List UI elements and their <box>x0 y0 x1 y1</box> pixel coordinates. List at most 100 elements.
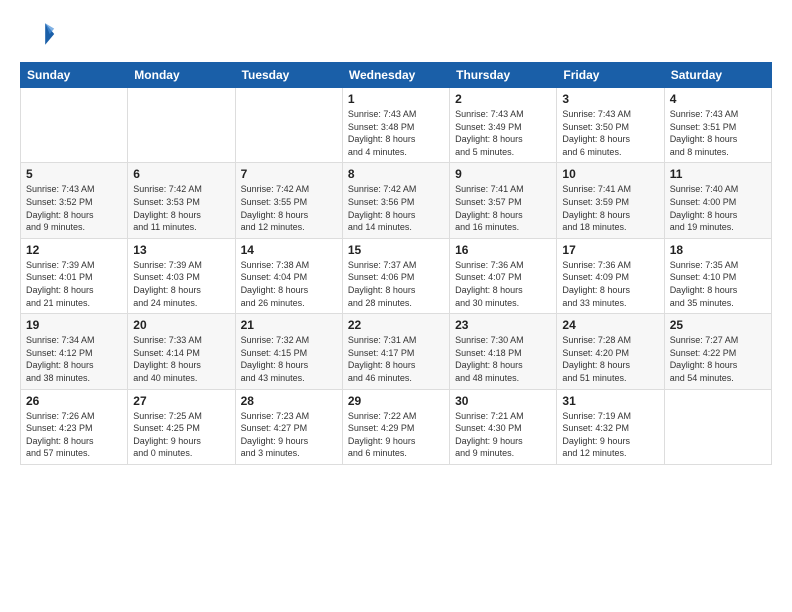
day-number: 1 <box>348 92 444 106</box>
day-number: 29 <box>348 394 444 408</box>
calendar-cell: 7 Sunrise: 7:42 AM Sunset: 3:55 PM Daylig… <box>235 163 342 238</box>
day-info: Sunrise: 7:36 AM Sunset: 4:09 PM Dayligh… <box>562 259 658 309</box>
day-info: Sunrise: 7:41 AM Sunset: 3:59 PM Dayligh… <box>562 183 658 233</box>
day-number: 28 <box>241 394 337 408</box>
day-info: Sunrise: 7:43 AM Sunset: 3:50 PM Dayligh… <box>562 108 658 158</box>
calendar-cell: 26 Sunrise: 7:26 AM Sunset: 4:23 PM Dayli… <box>21 389 128 464</box>
day-number: 21 <box>241 318 337 332</box>
day-number: 5 <box>26 167 122 181</box>
day-info: Sunrise: 7:42 AM Sunset: 3:53 PM Dayligh… <box>133 183 229 233</box>
day-number: 30 <box>455 394 551 408</box>
page: SundayMondayTuesdayWednesdayThursdayFrid… <box>0 0 792 612</box>
weekday-header-tuesday: Tuesday <box>235 63 342 88</box>
day-info: Sunrise: 7:32 AM Sunset: 4:15 PM Dayligh… <box>241 334 337 384</box>
calendar-cell: 16 Sunrise: 7:36 AM Sunset: 4:07 PM Dayli… <box>450 238 557 313</box>
day-info: Sunrise: 7:35 AM Sunset: 4:10 PM Dayligh… <box>670 259 766 309</box>
calendar-cell: 4 Sunrise: 7:43 AM Sunset: 3:51 PM Daylig… <box>664 88 771 163</box>
weekday-header-sunday: Sunday <box>21 63 128 88</box>
calendar-cell: 24Sunrise: 7:28 AM Sunset: 4:20 PM Dayli… <box>557 314 664 389</box>
weekday-header-monday: Monday <box>128 63 235 88</box>
day-info: Sunrise: 7:42 AM Sunset: 3:56 PM Dayligh… <box>348 183 444 233</box>
day-number: 11 <box>670 167 766 181</box>
calendar-cell: 8Sunrise: 7:42 AM Sunset: 3:56 PM Daylig… <box>342 163 449 238</box>
day-info: Sunrise: 7:28 AM Sunset: 4:20 PM Dayligh… <box>562 334 658 384</box>
calendar-cell: 15 Sunrise: 7:37 AM Sunset: 4:06 PM Dayli… <box>342 238 449 313</box>
day-number: 4 <box>670 92 766 106</box>
calendar-cell: 19 Sunrise: 7:34 AM Sunset: 4:12 PM Dayli… <box>21 314 128 389</box>
week-row-2: 12 Sunrise: 7:39 AM Sunset: 4:01 PM Dayli… <box>21 238 772 313</box>
weekday-header-thursday: Thursday <box>450 63 557 88</box>
week-row-4: 26 Sunrise: 7:26 AM Sunset: 4:23 PM Dayli… <box>21 389 772 464</box>
calendar-cell: 25 Sunrise: 7:27 AM Sunset: 4:22 PM Dayli… <box>664 314 771 389</box>
calendar-cell <box>664 389 771 464</box>
day-info: Sunrise: 7:34 AM Sunset: 4:12 PM Dayligh… <box>26 334 122 384</box>
day-number: 18 <box>670 243 766 257</box>
day-info: Sunrise: 7:43 AM Sunset: 3:51 PM Dayligh… <box>670 108 766 158</box>
day-number: 22 <box>348 318 444 332</box>
day-info: Sunrise: 7:27 AM Sunset: 4:22 PM Dayligh… <box>670 334 766 384</box>
day-info: Sunrise: 7:39 AM Sunset: 4:01 PM Dayligh… <box>26 259 122 309</box>
weekday-header-friday: Friday <box>557 63 664 88</box>
day-number: 2 <box>455 92 551 106</box>
calendar-cell: 18 Sunrise: 7:35 AM Sunset: 4:10 PM Dayli… <box>664 238 771 313</box>
day-number: 12 <box>26 243 122 257</box>
day-info: Sunrise: 7:43 AM Sunset: 3:48 PM Dayligh… <box>348 108 444 158</box>
day-info: Sunrise: 7:19 AM Sunset: 4:32 PM Dayligh… <box>562 410 658 460</box>
calendar-cell: 30 Sunrise: 7:21 AM Sunset: 4:30 PM Dayli… <box>450 389 557 464</box>
day-info: Sunrise: 7:38 AM Sunset: 4:04 PM Dayligh… <box>241 259 337 309</box>
calendar-cell: 9 Sunrise: 7:41 AM Sunset: 3:57 PM Daylig… <box>450 163 557 238</box>
calendar-cell <box>235 88 342 163</box>
logo <box>20 16 60 52</box>
day-number: 27 <box>133 394 229 408</box>
day-number: 20 <box>133 318 229 332</box>
week-row-0: 1 Sunrise: 7:43 AM Sunset: 3:48 PM Daylig… <box>21 88 772 163</box>
week-row-3: 19 Sunrise: 7:34 AM Sunset: 4:12 PM Dayli… <box>21 314 772 389</box>
calendar-cell: 29Sunrise: 7:22 AM Sunset: 4:29 PM Dayli… <box>342 389 449 464</box>
day-number: 14 <box>241 243 337 257</box>
day-info: Sunrise: 7:36 AM Sunset: 4:07 PM Dayligh… <box>455 259 551 309</box>
calendar-cell: 13 Sunrise: 7:39 AM Sunset: 4:03 PM Dayli… <box>128 238 235 313</box>
calendar-cell: 23 Sunrise: 7:30 AM Sunset: 4:18 PM Dayli… <box>450 314 557 389</box>
day-info: Sunrise: 7:26 AM Sunset: 4:23 PM Dayligh… <box>26 410 122 460</box>
day-info: Sunrise: 7:42 AM Sunset: 3:55 PM Dayligh… <box>241 183 337 233</box>
day-info: Sunrise: 7:31 AM Sunset: 4:17 PM Dayligh… <box>348 334 444 384</box>
day-info: Sunrise: 7:21 AM Sunset: 4:30 PM Dayligh… <box>455 410 551 460</box>
logo-icon <box>20 16 56 52</box>
day-number: 16 <box>455 243 551 257</box>
calendar-cell: 28 Sunrise: 7:23 AM Sunset: 4:27 PM Dayli… <box>235 389 342 464</box>
calendar-cell: 20Sunrise: 7:33 AM Sunset: 4:14 PM Dayli… <box>128 314 235 389</box>
day-number: 19 <box>26 318 122 332</box>
day-number: 9 <box>455 167 551 181</box>
day-info: Sunrise: 7:23 AM Sunset: 4:27 PM Dayligh… <box>241 410 337 460</box>
calendar-cell: 21 Sunrise: 7:32 AM Sunset: 4:15 PM Dayli… <box>235 314 342 389</box>
day-number: 10 <box>562 167 658 181</box>
day-number: 26 <box>26 394 122 408</box>
calendar-cell <box>21 88 128 163</box>
calendar-cell: 14 Sunrise: 7:38 AM Sunset: 4:04 PM Dayli… <box>235 238 342 313</box>
day-number: 23 <box>455 318 551 332</box>
day-number: 31 <box>562 394 658 408</box>
day-number: 3 <box>562 92 658 106</box>
day-info: Sunrise: 7:39 AM Sunset: 4:03 PM Dayligh… <box>133 259 229 309</box>
day-info: Sunrise: 7:41 AM Sunset: 3:57 PM Dayligh… <box>455 183 551 233</box>
calendar-cell <box>128 88 235 163</box>
calendar-cell: 17 Sunrise: 7:36 AM Sunset: 4:09 PM Dayli… <box>557 238 664 313</box>
week-row-1: 5 Sunrise: 7:43 AM Sunset: 3:52 PM Daylig… <box>21 163 772 238</box>
day-info: Sunrise: 7:43 AM Sunset: 3:49 PM Dayligh… <box>455 108 551 158</box>
day-number: 7 <box>241 167 337 181</box>
day-number: 13 <box>133 243 229 257</box>
day-number: 17 <box>562 243 658 257</box>
weekday-header-saturday: Saturday <box>664 63 771 88</box>
calendar-cell: 31 Sunrise: 7:19 AM Sunset: 4:32 PM Dayli… <box>557 389 664 464</box>
day-info: Sunrise: 7:40 AM Sunset: 4:00 PM Dayligh… <box>670 183 766 233</box>
day-number: 15 <box>348 243 444 257</box>
day-info: Sunrise: 7:30 AM Sunset: 4:18 PM Dayligh… <box>455 334 551 384</box>
calendar-cell: 10 Sunrise: 7:41 AM Sunset: 3:59 PM Dayli… <box>557 163 664 238</box>
weekday-header-row: SundayMondayTuesdayWednesdayThursdayFrid… <box>21 63 772 88</box>
calendar-cell: 2 Sunrise: 7:43 AM Sunset: 3:49 PM Daylig… <box>450 88 557 163</box>
day-info: Sunrise: 7:37 AM Sunset: 4:06 PM Dayligh… <box>348 259 444 309</box>
day-info: Sunrise: 7:43 AM Sunset: 3:52 PM Dayligh… <box>26 183 122 233</box>
day-number: 25 <box>670 318 766 332</box>
calendar-cell: 3 Sunrise: 7:43 AM Sunset: 3:50 PM Daylig… <box>557 88 664 163</box>
header <box>20 16 772 52</box>
